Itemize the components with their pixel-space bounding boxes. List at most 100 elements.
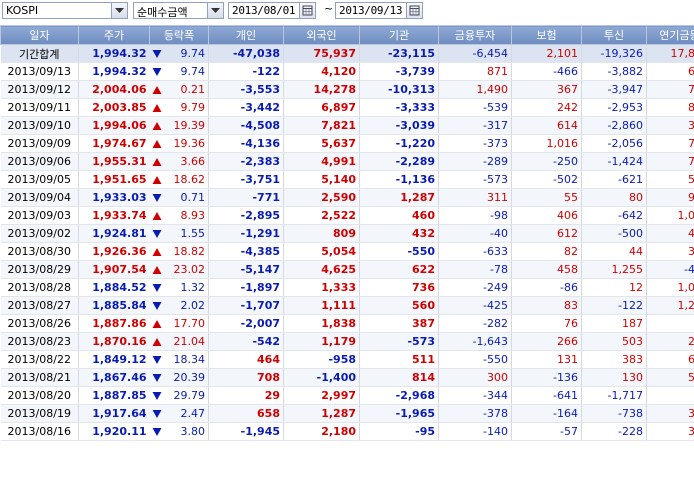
cell-trust: -2,953	[581, 98, 647, 117]
cell-trust: 130	[581, 368, 647, 387]
cell-foreign: -1,400	[283, 368, 360, 387]
cell-date: 2013/09/02	[0, 224, 79, 243]
cell-insurance: 131	[511, 350, 582, 369]
col-header-foreign[interactable]: 외국인	[283, 25, 360, 45]
cell-institution: -2,968	[359, 386, 439, 405]
cell-insurance: -86	[511, 278, 582, 297]
col-header-insurance[interactable]: 보험	[511, 25, 582, 45]
cell-price: 1,885.84	[78, 296, 150, 315]
cell-price: 1,974.67	[78, 134, 150, 153]
col-header-pension[interactable]: 연기금등	[646, 25, 694, 45]
table-row[interactable]: 2013/08/30 1,926.36 18.82 -4,385 5,054 -550 -6…	[0, 242, 694, 261]
cell-pension: 701	[646, 134, 694, 153]
cell-pension: 712	[646, 80, 694, 99]
table-row[interactable]: 2013/08/26 1,887.86 17.70 -2,007 1,838 387 -28…	[0, 314, 694, 333]
table-row[interactable]: 2013/09/09 1,974.67 19.36 -4,136 5,637 -1,220…	[0, 134, 694, 153]
chevron-down-icon[interactable]	[207, 3, 223, 18]
table-row[interactable]: 2013/08/28 1,884.52 1.32 -1,897 1,333 736 -249…	[0, 278, 694, 297]
cell-date: 2013/09/05	[0, 170, 79, 189]
cell-pension: 463	[646, 224, 694, 243]
cell-individual: -3,751	[208, 170, 284, 189]
table-row[interactable]: 2013/08/16 1,920.11 3.80 -1,945 2,180 -95 -140…	[0, 422, 694, 441]
cell-foreign: 6,897	[283, 98, 360, 117]
cell-date: 2013/08/16	[0, 422, 79, 441]
col-header-price[interactable]: 주가	[78, 25, 150, 45]
cell-insurance: -57	[511, 422, 582, 441]
cell-individual: 708	[208, 368, 284, 387]
triangle-down-icon	[149, 422, 164, 441]
start-date-field[interactable]: 2013/08/01	[228, 2, 316, 19]
cell-pension: 384	[646, 404, 694, 423]
metric-select[interactable]: 순매수금액	[133, 2, 224, 19]
cell-individual: 658	[208, 404, 284, 423]
col-header-change[interactable]: 등락폭	[149, 25, 209, 45]
table-row[interactable]: 2013/09/06 1,955.31 3.66 -2,383 4,991 -2,289-…	[0, 152, 694, 171]
cell-date: 2013/08/19	[0, 404, 79, 423]
table-row[interactable]: 2013/08/27 1,885.84 2.02 -1,707 1,111 560 -425…	[0, 296, 694, 315]
table-row[interactable]: 2013/08/21 1,867.46 20.39 708 -1,400 814 300 -1…	[0, 368, 694, 387]
cell-insurance: 83	[511, 296, 582, 315]
triangle-down-icon	[149, 278, 164, 297]
market-select-value: KOSPI	[6, 4, 39, 17]
triangle-down-icon	[149, 368, 164, 387]
col-header-date[interactable]: 일자	[0, 25, 79, 45]
cell-institution: 1,287	[359, 188, 439, 207]
triangle-up-icon	[149, 314, 164, 333]
table-row[interactable]: 2013/08/23 1,870.16 21.04 -542 1,179 -573 -1,6…	[0, 332, 694, 351]
table-row[interactable]: 2013/09/11 2,003.85 9.79 -3,442 6,897 -3,333-…	[0, 98, 694, 117]
cell-price: 1,887.85	[78, 386, 150, 405]
cell-individual: -1,945	[208, 422, 284, 441]
cell-date: 2013/08/26	[0, 314, 79, 333]
cell-foreign: 2,180	[283, 422, 360, 441]
cell-foreign: 2,997	[283, 386, 360, 405]
col-header-institution[interactable]: 기관	[359, 25, 439, 45]
col-header-individual[interactable]: 개인	[208, 25, 284, 45]
table-row[interactable]: 2013/09/13 1,994.32 9.74 -122 4,120 -3,739 871…	[0, 62, 694, 81]
table-row[interactable]: 2013/08/22 1,849.12 18.34 464 -958 511 -550 131…	[0, 350, 694, 369]
cell-price: 1,917.64	[78, 404, 150, 423]
table-row[interactable]: 2013/09/02 1,924.81 1.55 -1,291 809 432 -40 612…	[0, 224, 694, 243]
cell-individual: -3,442	[208, 98, 284, 117]
triangle-up-icon	[149, 206, 164, 225]
end-date-field[interactable]: 2013/09/13	[335, 2, 423, 19]
table-row[interactable]: 2013/09/05 1,951.65 18.62 -3,751 5,140 -1,136…	[0, 170, 694, 189]
cell-individual: -4,385	[208, 242, 284, 261]
table-row[interactable]: 2013/09/12 2,004.06 0.21 -3,553 14,278 -10,31…	[0, 80, 694, 99]
cell-financial-investment: -317	[438, 116, 512, 135]
cell-institution: 460	[359, 206, 439, 225]
market-select[interactable]: KOSPI	[2, 2, 128, 19]
cell-institution: -23,115	[359, 44, 439, 63]
cell-individual: -2,383	[208, 152, 284, 171]
cell-foreign: -958	[283, 350, 360, 369]
table-row-total[interactable]: 기간합계 1,994.32 9.74 -47,038 75,937 -23,115 -6,4…	[0, 44, 694, 63]
cell-insurance: -164	[511, 404, 582, 423]
cell-change: 19.36	[163, 134, 209, 153]
cell-change: 9.74	[163, 44, 209, 63]
cell-individual: -5,147	[208, 260, 284, 279]
table-row[interactable]: 2013/09/10 1,994.06 19.39 -4,508 7,821 -3,039…	[0, 116, 694, 135]
chevron-down-icon[interactable]	[111, 3, 127, 18]
calendar-icon[interactable]	[406, 3, 422, 18]
table-row[interactable]: 2013/08/29 1,907.54 23.02 -5,147 4,625 622 -78…	[0, 260, 694, 279]
cell-pension: 999	[646, 188, 694, 207]
triangle-up-icon	[149, 332, 164, 351]
cell-individual: 464	[208, 350, 284, 369]
cell-price: 1,926.36	[78, 242, 150, 261]
triangle-up-icon	[149, 98, 164, 117]
col-header-financial-investment[interactable]: 금융투자	[438, 25, 512, 45]
table-row[interactable]: 2013/09/04 1,933.03 0.71 -771 2,590 1,287 311 5…	[0, 188, 694, 207]
table-row[interactable]: 2013/09/03 1,933.74 8.93 -2,895 2,522 460 -98 4…	[0, 206, 694, 225]
col-header-trust[interactable]: 투신	[581, 25, 647, 45]
cell-pension: 399	[646, 422, 694, 441]
cell-price: 1,867.46	[78, 368, 150, 387]
cell-individual: -122	[208, 62, 284, 81]
cell-date: 2013/09/10	[0, 116, 79, 135]
cell-individual: -4,508	[208, 116, 284, 135]
table-row[interactable]: 2013/08/19 1,917.64 2.47 658 1,287 -1,965 -378…	[0, 404, 694, 423]
cell-change: 17.70	[163, 314, 209, 333]
cell-date: 2013/08/27	[0, 296, 79, 315]
triangle-up-icon	[149, 152, 164, 171]
table-row[interactable]: 2013/08/20 1,887.85 29.79 29 2,997 -2,968 -344…	[0, 386, 694, 405]
cell-pension: 552	[646, 368, 694, 387]
calendar-icon[interactable]	[299, 3, 315, 18]
